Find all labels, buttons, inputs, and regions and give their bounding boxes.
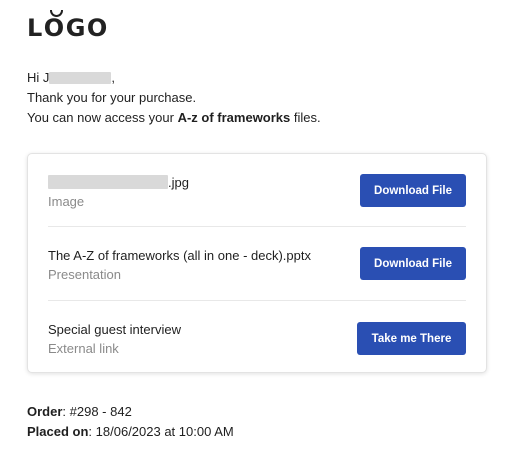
greeting-block: Hi J, Thank you for your purchase. You c…	[27, 68, 321, 128]
file-type: External link	[48, 341, 119, 356]
access-text: You can now access your A-z of framework…	[27, 110, 321, 125]
files-card: .jpg Image Download File The A-Z of fram…	[27, 153, 487, 373]
file-row: .jpg Image Download File	[48, 154, 466, 226]
download-file-button[interactable]: Download File	[360, 247, 466, 280]
redacted-filename	[48, 175, 168, 189]
order-details: Order: #298 - 842 Placed on: 18/06/2023 …	[27, 402, 234, 442]
redacted-name	[49, 71, 112, 84]
placed-on: Placed on: 18/06/2023 at 10:00 AM	[27, 424, 234, 439]
file-type: Presentation	[48, 267, 121, 282]
file-row: The A-Z of frameworks (all in one - deck…	[48, 227, 466, 299]
logo: LOGO	[27, 10, 109, 42]
file-name: .jpg	[48, 175, 189, 190]
product-name: A-z of frameworks	[177, 110, 291, 125]
download-file-button[interactable]: Download File	[360, 174, 466, 207]
thanks-text: Thank you for your purchase.	[27, 90, 197, 105]
file-row: Special guest interview External link Ta…	[48, 301, 466, 373]
greeting-hi: Hi	[27, 70, 40, 85]
file-name: The A-Z of frameworks (all in one - deck…	[48, 248, 311, 263]
order-number: Order: #298 - 842	[27, 404, 132, 419]
take-me-there-button[interactable]: Take me There	[357, 322, 466, 355]
file-type: Image	[48, 194, 85, 209]
greeting-line: Hi J,	[27, 70, 116, 85]
file-name: Special guest interview	[48, 322, 181, 337]
